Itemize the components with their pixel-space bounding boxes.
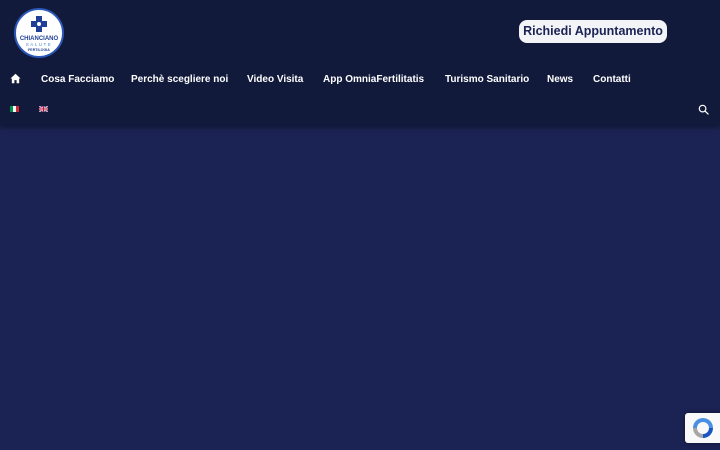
nav-item-cosa-facciamo[interactable]: Cosa Facciamo [41, 73, 114, 87]
site-header: CHIANCIANO SALUTE FERTILOGIA Richiedi Ap… [0, 0, 720, 126]
recaptcha-icon [693, 418, 713, 438]
english-flag-icon[interactable] [39, 106, 48, 112]
logo-line2: SALUTE [26, 42, 53, 47]
nav-item-video-visita[interactable]: Video Visita [247, 73, 303, 87]
site-logo[interactable]: CHIANCIANO SALUTE FERTILOGIA [14, 8, 64, 58]
logo-line3: FERTILOGIA [28, 48, 50, 52]
recaptcha-badge[interactable] [685, 413, 720, 443]
nav-item-app-omniafertilitatis[interactable]: App OmniaFertilitatis [323, 73, 424, 87]
nav-item-turismo-sanitario[interactable]: Turismo Sanitario [445, 73, 529, 87]
search-icon[interactable] [698, 104, 709, 115]
nav-item-news[interactable]: News [547, 73, 573, 87]
language-switcher [0, 104, 720, 116]
page: CHIANCIANO SALUTE FERTILOGIA Richiedi Ap… [0, 0, 720, 450]
italian-flag-icon[interactable] [10, 106, 19, 112]
nav-item-perche-scegliere-noi[interactable]: Perchè scegliere noi [131, 73, 228, 87]
request-appointment-button[interactable]: Richiedi Appuntamento [519, 20, 667, 43]
medical-cross-icon: CHIANCIANO SALUTE FERTILOGIA [17, 11, 61, 55]
nav-item-contatti[interactable]: Contatti [593, 73, 631, 87]
main-nav: Cosa Facciamo Perchè scegliere noi Video… [0, 69, 720, 91]
home-icon[interactable] [10, 73, 21, 84]
